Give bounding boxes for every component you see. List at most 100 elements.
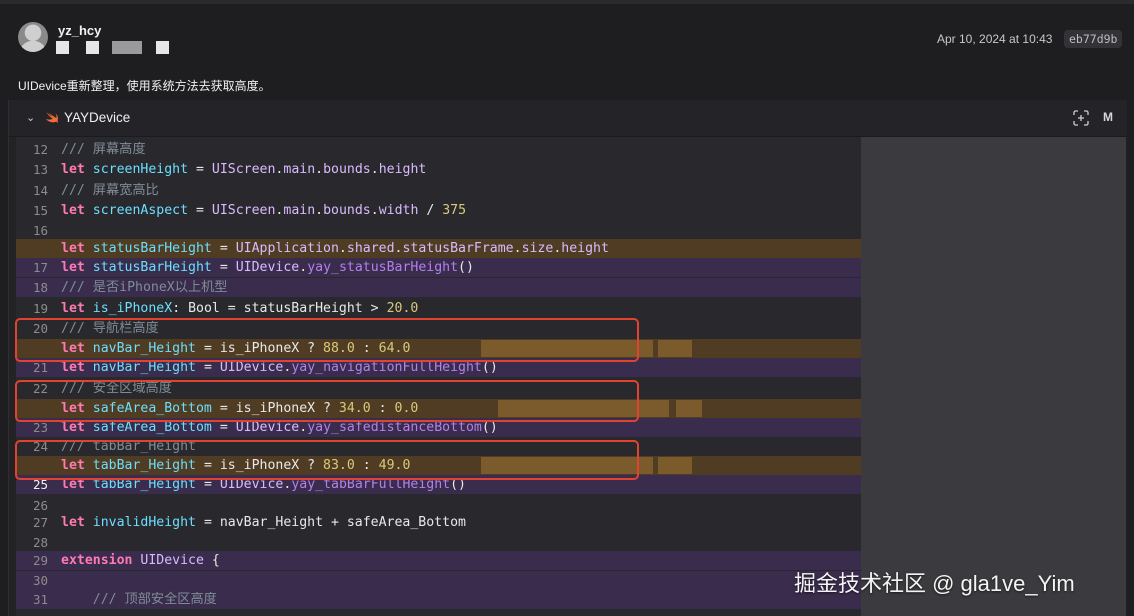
code-token: UIScreen — [211, 162, 276, 177]
author-name: yz_hcy — [58, 23, 102, 38]
code-line-added: 30 — [16, 571, 861, 590]
commit-date: Apr 10, 2024 at 10:43 — [937, 32, 1053, 46]
code-token: 375 — [442, 203, 467, 218]
code-token: yay_statusBarHeight — [307, 260, 459, 275]
code-line: 13 let screenHeight = UIScreen.main.bound… — [16, 160, 861, 179]
commit-hash-badge[interactable]: eb77d9b — [1064, 30, 1123, 48]
code-token: = — [211, 241, 236, 256]
code-token: let — [61, 420, 85, 435]
code-line-deleted: let statusBarHeight = UIApplication.shar… — [16, 239, 861, 258]
code-token: main — [283, 162, 316, 177]
code-token: height — [561, 241, 609, 256]
code-token: statusBarHeight — [92, 260, 212, 275]
code-line-added: 31 /// 顶部安全区高度 — [16, 590, 861, 609]
code-line: 16 — [16, 221, 861, 240]
code-token: height — [378, 162, 427, 177]
code-text: extension UIDevice { — [61, 551, 220, 570]
code-token: . — [370, 203, 379, 218]
code-line: 28 — [16, 533, 861, 552]
code-token: let — [61, 241, 85, 256]
inline-change-highlight — [658, 457, 692, 474]
code-token: UIApplication — [235, 241, 339, 256]
code-token: UIDevice — [235, 260, 300, 275]
code-token: / — [418, 203, 443, 218]
code-token: { — [203, 553, 220, 568]
code-token: . — [338, 241, 347, 256]
diff-code-view[interactable]: 12 /// 屏幕高度 13 let screenHeight = UIScreen.… — [16, 137, 861, 616]
watermark: 掘金技术社区 @ gla1ve_Yim — [794, 571, 1075, 596]
chevron-down-icon[interactable]: ⌄ — [26, 111, 35, 124]
code-token: UIScreen — [211, 203, 276, 218]
code-token: let — [61, 203, 85, 218]
file-name[interactable]: YAYDevice — [64, 110, 130, 125]
code-token: = — [196, 360, 220, 375]
line-number: 28 — [32, 535, 48, 550]
code-token: /// 屏幕宽高比 — [61, 183, 159, 198]
line-number: 14 — [32, 183, 48, 198]
code-token: size — [521, 241, 554, 256]
code-token: . — [370, 162, 379, 177]
code-token: let — [61, 515, 85, 530]
code-token: let — [61, 301, 85, 316]
code-token: navBar_Height — [92, 360, 196, 375]
code-line: 14 /// 屏幕宽高比 — [16, 181, 861, 200]
code-text: let statusBarHeight = UIDevice.yay_statu… — [61, 258, 474, 277]
code-line-added: 17 let statusBarHeight = UIDevice.yay_sta… — [16, 258, 861, 277]
code-token: UIDevice — [235, 420, 300, 435]
line-number: 19 — [32, 301, 48, 316]
code-line-added: 29 extension UIDevice { — [16, 551, 861, 570]
line-number: 16 — [32, 223, 48, 238]
expand-icon[interactable] — [1073, 110, 1089, 126]
code-token: () — [481, 420, 498, 435]
code-token: UIDevice — [219, 360, 284, 375]
code-token: let — [61, 360, 85, 375]
code-token: let — [61, 162, 85, 177]
code-token: screenHeight — [92, 162, 189, 177]
code-token: is_iPhoneX — [92, 301, 173, 316]
file-status-badge: M — [1103, 110, 1113, 124]
code-token: statusBarHeight — [92, 241, 212, 256]
code-token: 20.0 — [386, 301, 419, 316]
line-number: 13 — [32, 162, 48, 177]
code-token: . — [315, 203, 324, 218]
code-token: extension — [61, 553, 133, 568]
code-token: /// 顶部安全区高度 — [92, 592, 217, 607]
code-token: = — [188, 162, 212, 177]
code-text: let is_iPhoneX: Bool = statusBarHeight >… — [61, 299, 418, 318]
line-number: 27 — [32, 515, 48, 530]
code-line: 15 let screenAspect = UIScreen.main.bound… — [16, 201, 861, 220]
code-token: safeArea_Bottom — [92, 420, 212, 435]
code-token: /// 屏幕高度 — [61, 142, 146, 157]
code-token: invalidHeight — [92, 515, 196, 530]
code-token: yay_safedistanceBottom — [307, 420, 482, 435]
line-number: 29 — [32, 553, 48, 568]
code-token: UIDevice — [140, 553, 204, 568]
avatar[interactable] — [18, 22, 48, 52]
code-token: = — [211, 260, 236, 275]
commit-header: yz_hcy Apr 10, 2024 at 10:43 eb77d9b UID… — [0, 4, 1134, 100]
code-token: . — [513, 241, 522, 256]
line-number: 12 — [32, 142, 48, 157]
code-text: /// 是否iPhoneX以上机型 — [61, 278, 227, 297]
diff-right-pane — [861, 137, 1126, 616]
code-text: let screenAspect = UIScreen.main.bounds.… — [61, 201, 466, 220]
code-token: : Bool = statusBarHeight > — [172, 301, 387, 316]
line-number: 17 — [32, 260, 48, 275]
file-header[interactable]: ⌄ YAYDevice M — [9, 100, 1127, 137]
code-token: = — [211, 420, 236, 435]
code-line: 12 /// 屏幕高度 — [16, 140, 861, 159]
annotation-box-tabbar — [15, 440, 639, 480]
code-token: width — [378, 203, 419, 218]
code-token: = — [188, 203, 212, 218]
code-text: let invalidHeight = navBar_Height + safe… — [61, 513, 466, 532]
line-number: 15 — [32, 203, 48, 218]
code-text: /// 顶部安全区高度 — [61, 590, 217, 609]
code-token: main — [283, 203, 316, 218]
code-token: bounds — [323, 203, 371, 218]
code-text: /// 屏幕高度 — [61, 140, 146, 159]
line-number: 30 — [32, 573, 48, 588]
annotation-box-navbar — [15, 318, 639, 362]
